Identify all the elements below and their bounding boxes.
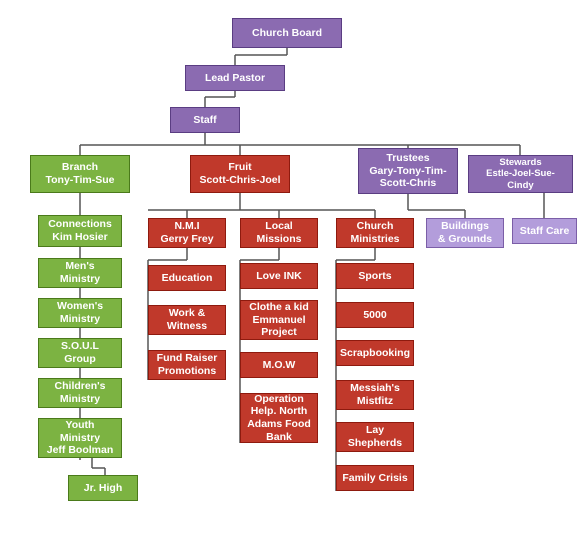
church-board-box: Church Board [232,18,342,48]
five000-box: 5000 [336,302,414,328]
scrapbooking-box: Scrapbooking [336,340,414,366]
sports-box: Sports [336,263,414,289]
church-ministries-box: Church Ministries [336,218,414,248]
nmi-box: N.M.I Gerry Frey [148,218,226,248]
love-ink-box: Love INK [240,263,318,289]
messiahs-box: Messiah's Mistfitz [336,380,414,410]
work-witness-box: Work & Witness [148,305,226,335]
mow-box: M.O.W [240,352,318,378]
jr-high-box: Jr. High [68,475,138,501]
local-missions-box: Local Missions [240,218,318,248]
education-box: Education [148,265,226,291]
womens-ministry-box: Women's Ministry [38,298,122,328]
youth-ministry-box: Youth Ministry Jeff Boolman [38,418,122,458]
lay-shepherds-box: Lay Shepherds [336,422,414,452]
trustees-box: Trustees Gary-Tony-Tim- Scott-Chris [358,148,458,194]
fruit-box: Fruit Scott-Chris-Joel [190,155,290,193]
family-crisis-box: Family Crisis [336,465,414,491]
buildings-box: Buildings & Grounds [426,218,504,248]
lead-pastor-box: Lead Pastor [185,65,285,91]
staff-box: Staff [170,107,240,133]
clothe-kid-box: Clothe a kid Emmanuel Project [240,300,318,340]
mens-ministry-box: Men's Ministry [38,258,122,288]
childrens-ministry-box: Children's Ministry [38,378,122,408]
stewards-box: Stewards Estle-Joel-Sue-Cindy [468,155,573,193]
org-chart: Church Board Lead Pastor Staff Branch To… [0,0,585,30]
fund-raiser-box: Fund Raiser Promotions [148,350,226,380]
soul-group-box: S.O.U.L Group [38,338,122,368]
branch-box: Branch Tony-Tim-Sue [30,155,130,193]
operation-help-box: Operation Help. North Adams Food Bank [240,393,318,443]
staff-care-box: Staff Care [512,218,577,244]
connections-box: Connections Kim Hosier [38,215,122,247]
